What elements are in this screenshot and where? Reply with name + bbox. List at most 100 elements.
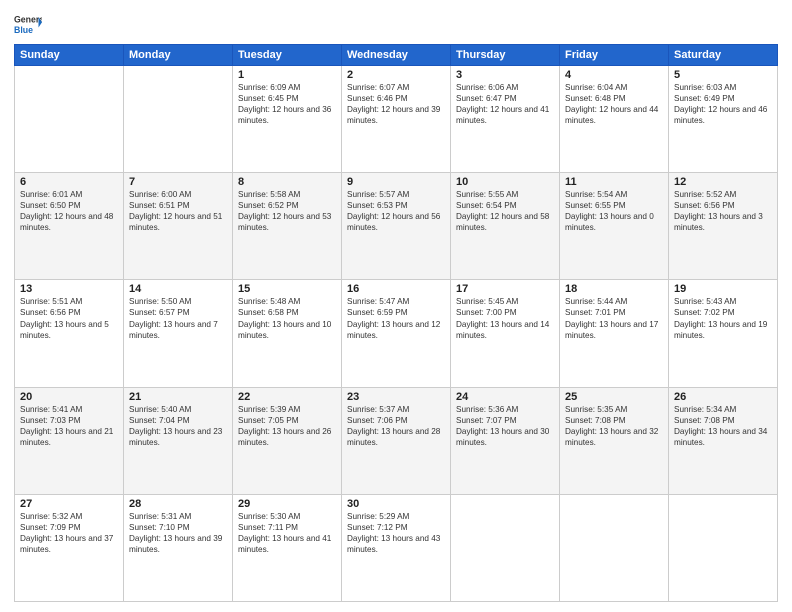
cell-info: Sunrise: 5:32 AM Sunset: 7:09 PM Dayligh… [20,511,118,555]
col-thursday: Thursday [451,45,560,66]
col-tuesday: Tuesday [233,45,342,66]
cell-info: Sunrise: 5:41 AM Sunset: 7:03 PM Dayligh… [20,404,118,448]
table-row [560,494,669,601]
table-row: 14Sunrise: 5:50 AM Sunset: 6:57 PM Dayli… [124,280,233,387]
day-number: 19 [674,283,772,295]
table-row: 17Sunrise: 5:45 AM Sunset: 7:00 PM Dayli… [451,280,560,387]
cell-info: Sunrise: 5:57 AM Sunset: 6:53 PM Dayligh… [347,189,445,233]
table-row: 4Sunrise: 6:04 AM Sunset: 6:48 PM Daylig… [560,66,669,173]
table-row: 5Sunrise: 6:03 AM Sunset: 6:49 PM Daylig… [669,66,778,173]
day-number: 15 [238,283,336,295]
cell-info: Sunrise: 5:39 AM Sunset: 7:05 PM Dayligh… [238,404,336,448]
day-number: 12 [674,176,772,188]
table-row: 11Sunrise: 5:54 AM Sunset: 6:55 PM Dayli… [560,173,669,280]
day-number: 14 [129,283,227,295]
cell-info: Sunrise: 5:50 AM Sunset: 6:57 PM Dayligh… [129,296,227,340]
day-number: 2 [347,69,445,81]
cell-info: Sunrise: 5:45 AM Sunset: 7:00 PM Dayligh… [456,296,554,340]
day-number: 16 [347,283,445,295]
day-number: 11 [565,176,663,188]
day-number: 24 [456,391,554,403]
day-number: 23 [347,391,445,403]
day-number: 17 [456,283,554,295]
day-number: 29 [238,498,336,510]
table-row: 16Sunrise: 5:47 AM Sunset: 6:59 PM Dayli… [342,280,451,387]
day-number: 27 [20,498,118,510]
day-number: 21 [129,391,227,403]
table-row: 30Sunrise: 5:29 AM Sunset: 7:12 PM Dayli… [342,494,451,601]
day-number: 26 [674,391,772,403]
page: General Blue Sunday Monday Tuesday Wedne… [0,0,792,612]
col-sunday: Sunday [15,45,124,66]
day-number: 20 [20,391,118,403]
cell-info: Sunrise: 6:09 AM Sunset: 6:45 PM Dayligh… [238,82,336,126]
day-number: 13 [20,283,118,295]
cell-info: Sunrise: 5:48 AM Sunset: 6:58 PM Dayligh… [238,296,336,340]
cell-info: Sunrise: 6:04 AM Sunset: 6:48 PM Dayligh… [565,82,663,126]
col-saturday: Saturday [669,45,778,66]
day-number: 5 [674,69,772,81]
day-number: 7 [129,176,227,188]
col-friday: Friday [560,45,669,66]
header: General Blue [14,10,778,38]
table-row [124,66,233,173]
cell-info: Sunrise: 5:54 AM Sunset: 6:55 PM Dayligh… [565,189,663,233]
cell-info: Sunrise: 5:29 AM Sunset: 7:12 PM Dayligh… [347,511,445,555]
table-row: 2Sunrise: 6:07 AM Sunset: 6:46 PM Daylig… [342,66,451,173]
table-row: 28Sunrise: 5:31 AM Sunset: 7:10 PM Dayli… [124,494,233,601]
day-number: 30 [347,498,445,510]
cell-info: Sunrise: 5:55 AM Sunset: 6:54 PM Dayligh… [456,189,554,233]
table-row: 19Sunrise: 5:43 AM Sunset: 7:02 PM Dayli… [669,280,778,387]
day-number: 22 [238,391,336,403]
cell-info: Sunrise: 6:03 AM Sunset: 6:49 PM Dayligh… [674,82,772,126]
table-row: 29Sunrise: 5:30 AM Sunset: 7:11 PM Dayli… [233,494,342,601]
cell-info: Sunrise: 5:58 AM Sunset: 6:52 PM Dayligh… [238,189,336,233]
calendar-table: Sunday Monday Tuesday Wednesday Thursday… [14,44,778,602]
day-number: 18 [565,283,663,295]
day-number: 25 [565,391,663,403]
cell-info: Sunrise: 5:52 AM Sunset: 6:56 PM Dayligh… [674,189,772,233]
table-row: 21Sunrise: 5:40 AM Sunset: 7:04 PM Dayli… [124,387,233,494]
cell-info: Sunrise: 5:40 AM Sunset: 7:04 PM Dayligh… [129,404,227,448]
table-row: 18Sunrise: 5:44 AM Sunset: 7:01 PM Dayli… [560,280,669,387]
day-number: 1 [238,69,336,81]
day-number: 6 [20,176,118,188]
table-row: 3Sunrise: 6:06 AM Sunset: 6:47 PM Daylig… [451,66,560,173]
cell-info: Sunrise: 6:06 AM Sunset: 6:47 PM Dayligh… [456,82,554,126]
cell-info: Sunrise: 6:00 AM Sunset: 6:51 PM Dayligh… [129,189,227,233]
table-row [15,66,124,173]
table-row: 20Sunrise: 5:41 AM Sunset: 7:03 PM Dayli… [15,387,124,494]
table-row [451,494,560,601]
cell-info: Sunrise: 5:31 AM Sunset: 7:10 PM Dayligh… [129,511,227,555]
table-row [669,494,778,601]
day-number: 10 [456,176,554,188]
cell-info: Sunrise: 5:47 AM Sunset: 6:59 PM Dayligh… [347,296,445,340]
cell-info: Sunrise: 5:44 AM Sunset: 7:01 PM Dayligh… [565,296,663,340]
table-row: 13Sunrise: 5:51 AM Sunset: 6:56 PM Dayli… [15,280,124,387]
table-row: 1Sunrise: 6:09 AM Sunset: 6:45 PM Daylig… [233,66,342,173]
cell-info: Sunrise: 5:37 AM Sunset: 7:06 PM Dayligh… [347,404,445,448]
table-row: 6Sunrise: 6:01 AM Sunset: 6:50 PM Daylig… [15,173,124,280]
logo-icon: General Blue [14,10,42,38]
table-row: 27Sunrise: 5:32 AM Sunset: 7:09 PM Dayli… [15,494,124,601]
col-wednesday: Wednesday [342,45,451,66]
logo: General Blue [14,10,42,38]
day-number: 28 [129,498,227,510]
table-row: 25Sunrise: 5:35 AM Sunset: 7:08 PM Dayli… [560,387,669,494]
table-row: 12Sunrise: 5:52 AM Sunset: 6:56 PM Dayli… [669,173,778,280]
svg-text:General: General [14,14,42,24]
cell-info: Sunrise: 5:30 AM Sunset: 7:11 PM Dayligh… [238,511,336,555]
table-row: 15Sunrise: 5:48 AM Sunset: 6:58 PM Dayli… [233,280,342,387]
cell-info: Sunrise: 5:34 AM Sunset: 7:08 PM Dayligh… [674,404,772,448]
svg-text:Blue: Blue [14,25,33,35]
table-row: 9Sunrise: 5:57 AM Sunset: 6:53 PM Daylig… [342,173,451,280]
calendar-body: 1Sunrise: 6:09 AM Sunset: 6:45 PM Daylig… [15,66,778,602]
cell-info: Sunrise: 6:01 AM Sunset: 6:50 PM Dayligh… [20,189,118,233]
table-row: 10Sunrise: 5:55 AM Sunset: 6:54 PM Dayli… [451,173,560,280]
table-row: 24Sunrise: 5:36 AM Sunset: 7:07 PM Dayli… [451,387,560,494]
cell-info: Sunrise: 5:36 AM Sunset: 7:07 PM Dayligh… [456,404,554,448]
table-row: 7Sunrise: 6:00 AM Sunset: 6:51 PM Daylig… [124,173,233,280]
cell-info: Sunrise: 5:51 AM Sunset: 6:56 PM Dayligh… [20,296,118,340]
cell-info: Sunrise: 5:35 AM Sunset: 7:08 PM Dayligh… [565,404,663,448]
day-number: 3 [456,69,554,81]
